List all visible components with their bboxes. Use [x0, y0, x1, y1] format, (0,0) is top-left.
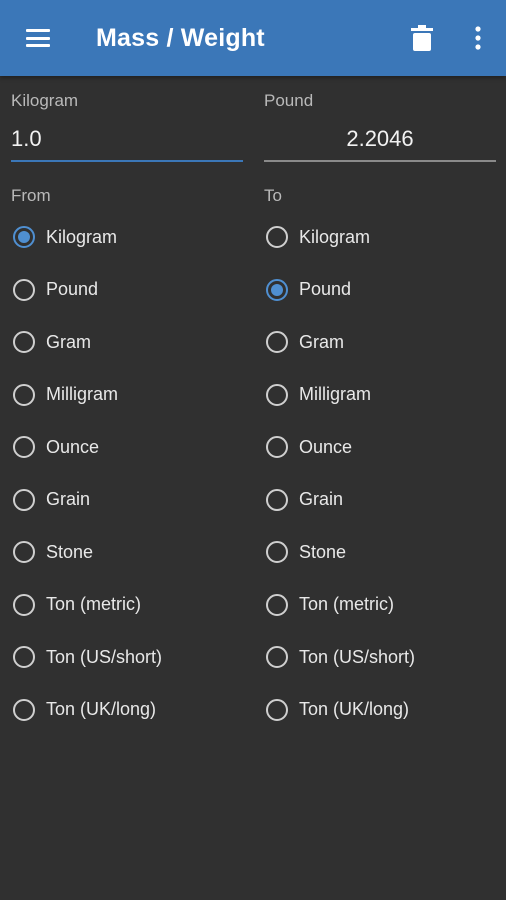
radio-option-label: Stone [299, 541, 347, 562]
radio-unchecked-icon[interactable] [266, 436, 288, 459]
radio-option-label: Ton (metric) [299, 594, 395, 615]
radio-unchecked-icon[interactable] [13, 331, 35, 354]
radio-unchecked-icon[interactable] [13, 698, 35, 721]
radio-option-label: Ounce [46, 436, 100, 457]
radio-option-label: Milligram [46, 384, 118, 405]
radio-checked-icon[interactable] [266, 278, 288, 301]
radio-unchecked-icon[interactable] [266, 646, 288, 669]
to-value-input[interactable] [264, 120, 496, 158]
from-option[interactable]: Stone [13, 526, 162, 579]
radio-option-label: Grain [46, 489, 91, 510]
app-bar: Mass / Weight [0, 0, 506, 76]
to-unit-label: Pound [264, 91, 314, 110]
from-option[interactable]: Ounce [13, 421, 162, 474]
radio-option-label: Gram [46, 331, 91, 352]
radio-unchecked-icon[interactable] [13, 278, 35, 301]
to-radio-group: Kilogram Pound Gram Milligram Ounce Grain Ston… [266, 211, 415, 736]
to-option[interactable]: Pound [266, 264, 415, 317]
radio-unchecked-icon[interactable] [266, 541, 288, 564]
from-option[interactable]: Ton (US/short) [13, 631, 162, 684]
from-option[interactable]: Milligram [13, 369, 162, 422]
radio-unchecked-icon[interactable] [266, 331, 288, 354]
radio-option-label: Pound [46, 279, 99, 300]
from-option[interactable]: Ton (UK/long) [13, 684, 162, 737]
radio-unchecked-icon[interactable] [13, 488, 35, 511]
from-option[interactable]: Pound [13, 264, 162, 317]
from-value-field[interactable] [11, 120, 243, 162]
to-option[interactable]: Grain [266, 474, 415, 527]
to-option[interactable]: Stone [266, 526, 415, 579]
radio-option-label: Stone [46, 541, 94, 562]
from-option[interactable]: Grain [13, 474, 162, 527]
to-heading: To [264, 186, 282, 205]
from-value-input[interactable] [11, 120, 243, 158]
radio-unchecked-icon[interactable] [13, 436, 35, 459]
radio-unchecked-icon[interactable] [13, 541, 35, 564]
from-option[interactable]: Ton (metric) [13, 579, 162, 632]
menu-icon [26, 29, 50, 47]
radio-option-label: Milligram [299, 384, 371, 405]
radio-option-label: Kilogram [46, 226, 118, 247]
from-unit-label: Kilogram [11, 91, 79, 110]
radio-option-label: Ton (metric) [46, 594, 142, 615]
trash-icon [411, 25, 433, 51]
to-option[interactable]: Gram [266, 316, 415, 369]
radio-unchecked-icon[interactable] [266, 226, 288, 249]
radio-unchecked-icon[interactable] [13, 383, 35, 406]
to-option[interactable]: Kilogram [266, 211, 415, 264]
radio-unchecked-icon[interactable] [13, 593, 35, 616]
radio-option-label: Pound [299, 279, 352, 300]
radio-unchecked-icon[interactable] [266, 488, 288, 511]
radio-option-label: Ounce [299, 436, 353, 457]
radio-unchecked-icon[interactable] [13, 646, 35, 669]
to-value-field[interactable] [264, 120, 496, 162]
page-title: Mass / Weight [96, 24, 265, 52]
menu-button[interactable] [14, 20, 62, 56]
from-heading: From [11, 186, 51, 205]
to-option[interactable]: Milligram [266, 369, 415, 422]
radio-option-label: Gram [299, 331, 344, 352]
radio-option-label: Ton (UK/long) [46, 699, 157, 720]
from-option[interactable]: Gram [13, 316, 162, 369]
to-option[interactable]: Ton (UK/long) [266, 684, 415, 737]
to-option[interactable]: Ounce [266, 421, 415, 474]
radio-option-label: Kilogram [299, 226, 371, 247]
radio-option-label: Ton (US/short) [299, 646, 416, 667]
from-radio-group: Kilogram Pound Gram Milligram Ounce Grain Ston… [13, 211, 162, 736]
radio-option-label: Ton (US/short) [46, 646, 163, 667]
clear-button[interactable] [402, 18, 442, 58]
radio-checked-icon[interactable] [13, 226, 35, 249]
radio-unchecked-icon[interactable] [266, 698, 288, 721]
overflow-menu-button[interactable] [458, 18, 498, 58]
radio-unchecked-icon[interactable] [266, 593, 288, 616]
to-option[interactable]: Ton (US/short) [266, 631, 415, 684]
radio-option-label: Ton (UK/long) [299, 699, 410, 720]
radio-unchecked-icon[interactable] [266, 383, 288, 406]
more-vert-icon [475, 26, 481, 50]
radio-option-label: Grain [299, 489, 344, 510]
from-option[interactable]: Kilogram [13, 211, 162, 264]
to-option[interactable]: Ton (metric) [266, 579, 415, 632]
